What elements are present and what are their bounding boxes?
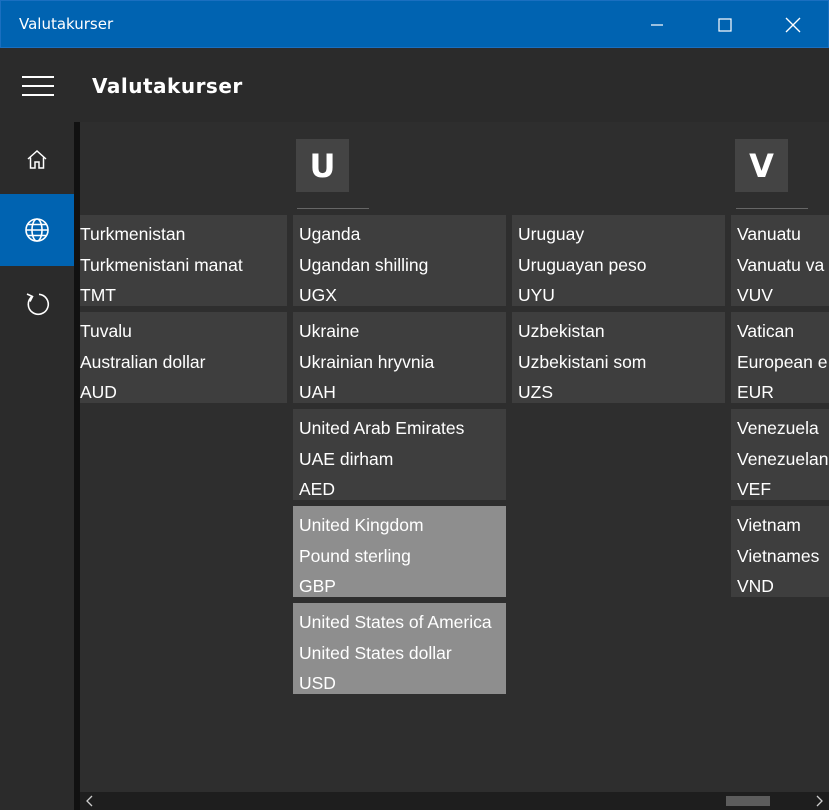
country-name: Venezuela: [737, 418, 819, 438]
currency-code: UGX: [299, 285, 337, 305]
country-name: Vatican: [737, 321, 795, 341]
currency-tile-tuvalu[interactable]: Tuvalu Australian dollar AUD: [80, 312, 287, 403]
currency-code: UAH: [299, 382, 336, 402]
currency-tile-usa[interactable]: United States of America United States d…: [293, 603, 506, 694]
currency-tile-venezuela[interactable]: Venezuela Venezuelan VEF: [731, 409, 829, 500]
group-header-u[interactable]: U: [296, 139, 349, 192]
currency-code: AUD: [80, 382, 117, 402]
horizontal-scrollbar[interactable]: [80, 792, 829, 810]
currency-name: Ukrainian hryvnia: [299, 351, 435, 372]
country-name: Turkmenistan: [80, 224, 186, 244]
country-name: United States of America: [299, 612, 492, 632]
currency-tile-uruguay[interactable]: Uruguay Uruguayan peso UYU: [512, 215, 725, 306]
currency-code: UZS: [518, 382, 553, 402]
window-title: Valutakurser: [19, 15, 114, 33]
sidebar-item-home[interactable]: [0, 124, 74, 196]
scroll-left-icon[interactable]: [86, 795, 94, 807]
currency-tile-uae[interactable]: United Arab Emirates UAE dirham AED: [293, 409, 506, 500]
country-name: United Kingdom: [299, 515, 424, 535]
maximize-button[interactable]: [691, 1, 759, 49]
home-icon: [27, 149, 47, 169]
currency-code: TMT: [80, 285, 116, 305]
currency-tile-vatican[interactable]: Vatican European e EUR: [731, 312, 829, 403]
currency-name: Uzbekistani som: [518, 351, 647, 372]
currency-tile-uganda[interactable]: Uganda Ugandan shilling UGX: [293, 215, 506, 306]
currency-name: Turkmenistani manat: [80, 254, 243, 275]
country-name: Uganda: [299, 224, 361, 244]
minimize-icon: [651, 24, 663, 26]
country-name: Vanuatu: [737, 224, 801, 244]
refresh-icon: [26, 293, 50, 316]
currency-code: AED: [299, 479, 335, 499]
window-titlebar: Valutakurser: [0, 0, 829, 48]
currency-code: VUV: [737, 285, 773, 305]
group-underline-v: [736, 208, 808, 209]
currency-code: UYU: [518, 285, 555, 305]
scroll-right-icon[interactable]: [815, 795, 823, 807]
currency-code: GBP: [299, 576, 336, 596]
sidebar-item-refresh[interactable]: [0, 268, 74, 340]
currency-tile-vietnam[interactable]: Vietnam Vietnames VND: [731, 506, 829, 597]
sidebar: [0, 122, 74, 810]
close-icon: [785, 17, 801, 33]
sidebar-item-currencies[interactable]: [0, 194, 74, 266]
minimize-button[interactable]: [623, 1, 691, 49]
currency-name: Ugandan shilling: [299, 254, 429, 275]
group-header-v[interactable]: V: [735, 139, 788, 192]
currency-name: Vietnames: [737, 545, 820, 566]
currency-code: VEF: [737, 479, 772, 499]
currency-tile-turkmenistan[interactable]: Turkmenistan Turkmenistani manat TMT: [80, 215, 287, 306]
country-name: Vietnam: [737, 515, 801, 535]
currency-code: VND: [737, 576, 774, 596]
currency-name: Vanuatu va: [737, 254, 825, 275]
group-underline-u: [297, 208, 369, 209]
currency-name: European e: [737, 351, 828, 372]
currency-name: UAE dirham: [299, 448, 394, 469]
hamburger-menu-button[interactable]: [22, 76, 54, 98]
currency-code: USD: [299, 673, 336, 693]
currency-tile-uzbekistan[interactable]: Uzbekistan Uzbekistani som UZS: [512, 312, 725, 403]
currency-name: Venezuelan: [737, 448, 829, 469]
currency-code: EUR: [737, 382, 774, 402]
currency-tile-ukraine[interactable]: Ukraine Ukrainian hryvnia UAH: [293, 312, 506, 403]
scrollbar-thumb[interactable]: [726, 796, 770, 806]
currency-name: Pound sterling: [299, 545, 411, 566]
app-header: Valutakurser: [0, 48, 829, 122]
currency-name: Australian dollar: [80, 351, 206, 372]
country-name: Ukraine: [299, 321, 360, 341]
country-name: Uruguay: [518, 224, 585, 244]
hamburger-icon: [22, 76, 54, 78]
country-name: Tuvalu: [80, 321, 132, 341]
maximize-icon: [718, 18, 732, 32]
currency-tile-uk[interactable]: United Kingdom Pound sterling GBP: [293, 506, 506, 597]
country-name: United Arab Emirates: [299, 418, 465, 438]
currency-grid: U V Turkmenistan Turkmenistani manat TMT…: [80, 122, 829, 792]
currency-name: United States dollar: [299, 642, 452, 663]
currency-name: Uruguayan peso: [518, 254, 647, 275]
globe-icon: [25, 218, 49, 242]
currency-tile-vanuatu[interactable]: Vanuatu Vanuatu va VUV: [731, 215, 829, 306]
page-title: Valutakurser: [92, 74, 243, 98]
country-name: Uzbekistan: [518, 321, 605, 341]
close-button[interactable]: [759, 1, 827, 49]
